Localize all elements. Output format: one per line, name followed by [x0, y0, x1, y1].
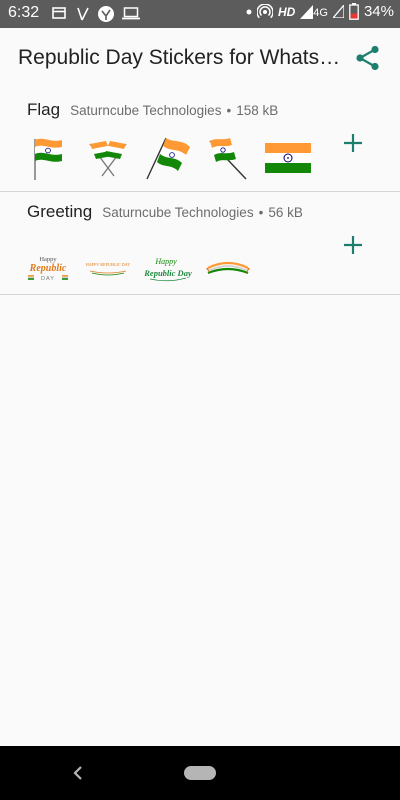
status-bar: 6:32 HD 4G 34%	[0, 0, 400, 28]
sticker-text-republic: Republic	[29, 263, 67, 274]
pack-separator: •	[258, 205, 264, 220]
pack-meta: Saturncube Technologies • 158 kB	[70, 103, 278, 118]
pack-header: Flag Saturncube Technologies • 158 kB	[27, 100, 278, 120]
signal-icon	[300, 4, 314, 19]
sticker-flat-flag	[264, 134, 312, 182]
sticker-flag-on-stick	[204, 134, 252, 182]
sticker-preview-list: Happy Republic DAY HAPPY REPUBLIC DAY Ha…	[24, 244, 264, 292]
pack-publisher: Saturncube Technologies	[70, 103, 222, 118]
calendar-notification-icon	[52, 7, 66, 19]
sticker-pack-flag[interactable]: Flag Saturncube Technologies • 158 kB	[0, 90, 400, 192]
app-bar: Republic Day Stickers for WhatsApp	[0, 28, 400, 90]
sticker-text-happy: Happy	[39, 256, 57, 263]
signal-indicator: 4G	[300, 4, 328, 19]
system-nav-bar	[0, 746, 400, 800]
pack-size: 56 kB	[268, 205, 303, 220]
dot-indicator-icon	[246, 9, 252, 14]
pack-name: Flag	[27, 100, 61, 119]
network-type: 4G	[313, 6, 328, 19]
sticker-flag-on-pole	[144, 134, 192, 182]
share-icon[interactable]	[354, 44, 382, 72]
sticker-happy-republic-day-banner: HAPPY REPUBLIC DAY	[84, 244, 132, 292]
sticker-ribbon-banner	[204, 244, 252, 292]
pack-name: Greeting	[27, 202, 93, 221]
hd-voice-indicator: HD	[277, 4, 296, 19]
home-button[interactable]	[184, 766, 216, 780]
sticker-text-day: DAY	[41, 276, 55, 282]
status-time: 6:32	[8, 4, 40, 21]
sticker-republic-day-script: Happy Republic Day	[144, 244, 192, 292]
sticker-pack-greeting[interactable]: Greeting Saturncube Technologies • 56 kB H…	[0, 192, 400, 295]
missed-call-icon	[77, 7, 89, 21]
sticker-crossed-flags	[84, 134, 132, 182]
battery-icon	[349, 3, 359, 20]
sticker-text-script1: Happy	[154, 257, 177, 266]
hotspot-icon	[256, 3, 273, 18]
sticker-happy-republic-day-text: Happy Republic DAY	[24, 244, 72, 292]
add-pack-button[interactable]	[342, 234, 364, 256]
sticker-waving-flag	[24, 134, 72, 182]
pack-separator: •	[226, 103, 232, 118]
add-pack-button[interactable]	[342, 132, 364, 154]
pack-size: 158 kB	[236, 103, 279, 118]
laptop-icon	[122, 7, 140, 20]
pack-meta: Saturncube Technologies • 56 kB	[102, 205, 303, 220]
sticker-text-banner: HAPPY REPUBLIC DAY	[86, 262, 131, 267]
status-indicators: HD 4G 34%	[246, 3, 394, 20]
app-notification-icon	[98, 6, 114, 22]
signal-secondary-icon	[332, 5, 344, 18]
battery-percent: 34%	[363, 3, 394, 20]
sticker-text-script2: Republic Day	[144, 268, 192, 278]
pack-header: Greeting Saturncube Technologies • 56 kB	[27, 202, 303, 222]
back-icon[interactable]	[70, 764, 86, 782]
sticker-preview-list	[24, 134, 324, 182]
page-title: Republic Day Stickers for WhatsApp	[18, 46, 352, 69]
pack-publisher: Saturncube Technologies	[102, 205, 254, 220]
